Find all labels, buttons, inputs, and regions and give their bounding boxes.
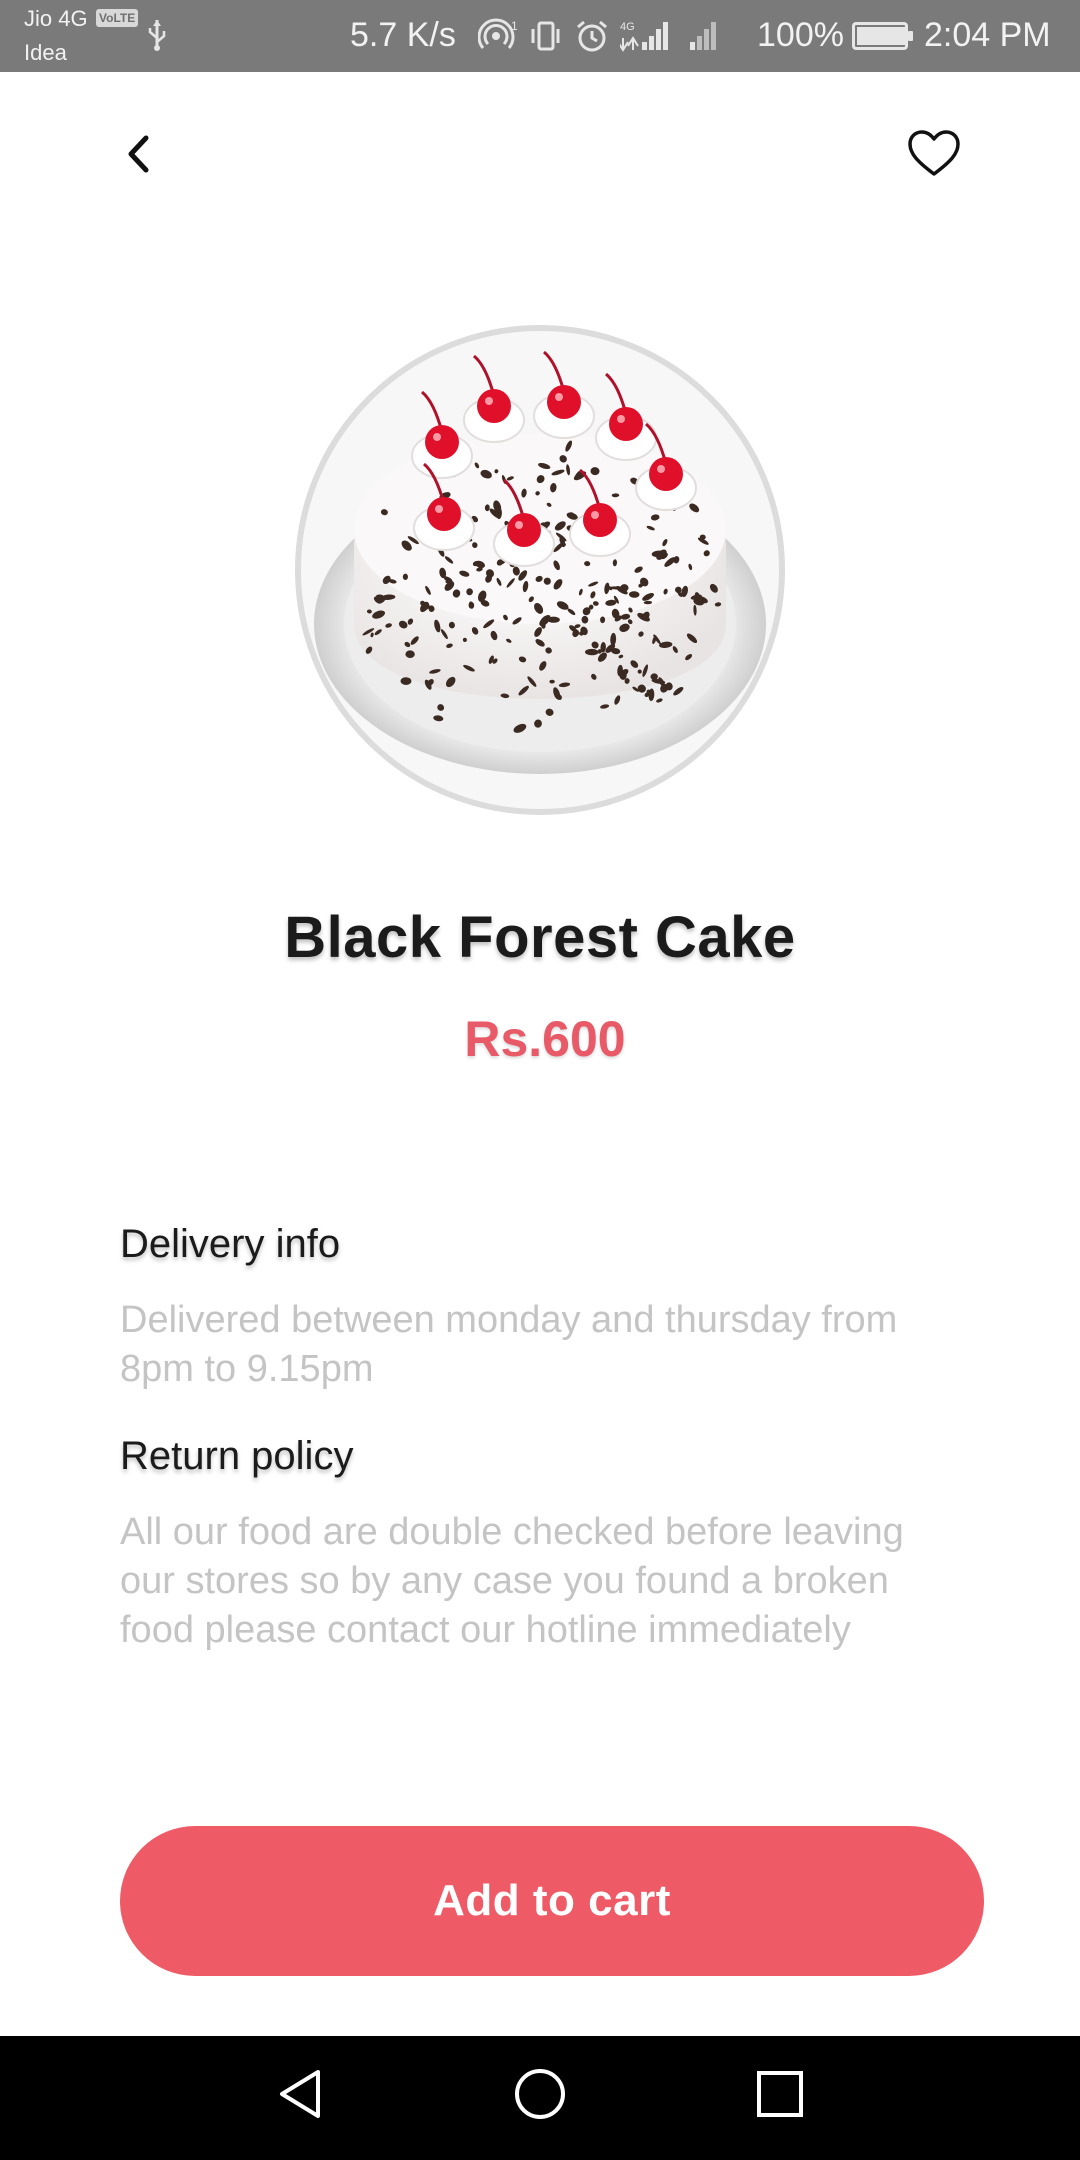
status-icons: 1 4G: [478, 18, 726, 54]
network-speed: 5.7 K/s: [350, 16, 456, 54]
back-button[interactable]: [118, 132, 158, 180]
chevron-left-icon: [124, 133, 152, 180]
signal-icon: [682, 18, 726, 54]
svg-text:4G: 4G: [620, 21, 635, 33]
return-policy-text: All our food are double checked before l…: [120, 1511, 904, 1651]
battery-icon: [852, 22, 913, 50]
nav-back-button[interactable]: [268, 2064, 332, 2128]
favorite-button[interactable]: [904, 128, 964, 184]
add-to-cart-button[interactable]: Add to cart: [120, 1826, 984, 1976]
carrier-secondary: Idea: [24, 40, 67, 65]
signal-4g-icon: 4G: [620, 18, 672, 54]
black-forest-cake-image: [295, 325, 785, 815]
triangle-back-icon: [274, 2066, 326, 2127]
svg-text:1: 1: [511, 19, 518, 33]
product-title: Black Forest Cake: [284, 905, 796, 970]
usb-icon: [146, 18, 168, 60]
clock: 2:04 PM: [924, 16, 1051, 54]
return-policy-title: Return policy: [120, 1434, 354, 1478]
battery-level: [857, 27, 907, 45]
circle-home-icon: [512, 2066, 568, 2127]
volte-badge: VoLTE: [96, 9, 139, 27]
square-recents-icon: [754, 2068, 806, 2125]
product-image: [294, 324, 786, 816]
nav-recents-button[interactable]: [748, 2064, 812, 2128]
status-bar: Jio 4G VoLTE Idea 5.7 K/s 1 4G 100% 2:04…: [0, 0, 1080, 72]
product-price: Rs.600: [464, 1011, 626, 1067]
delivery-info-text: Delivered between monday and thursday fr…: [120, 1299, 898, 1390]
nav-home-button[interactable]: [508, 2064, 572, 2128]
alarm-icon: [574, 18, 610, 54]
delivery-info-title: Delivery info: [120, 1222, 341, 1266]
system-navigation-bar: [0, 2036, 1080, 2160]
battery-percent: 100%: [757, 16, 844, 54]
carrier-primary: Jio 4G: [24, 6, 88, 31]
vibrate-icon: [528, 18, 564, 54]
heart-icon: [906, 129, 962, 184]
hotspot-icon: 1: [478, 18, 518, 54]
